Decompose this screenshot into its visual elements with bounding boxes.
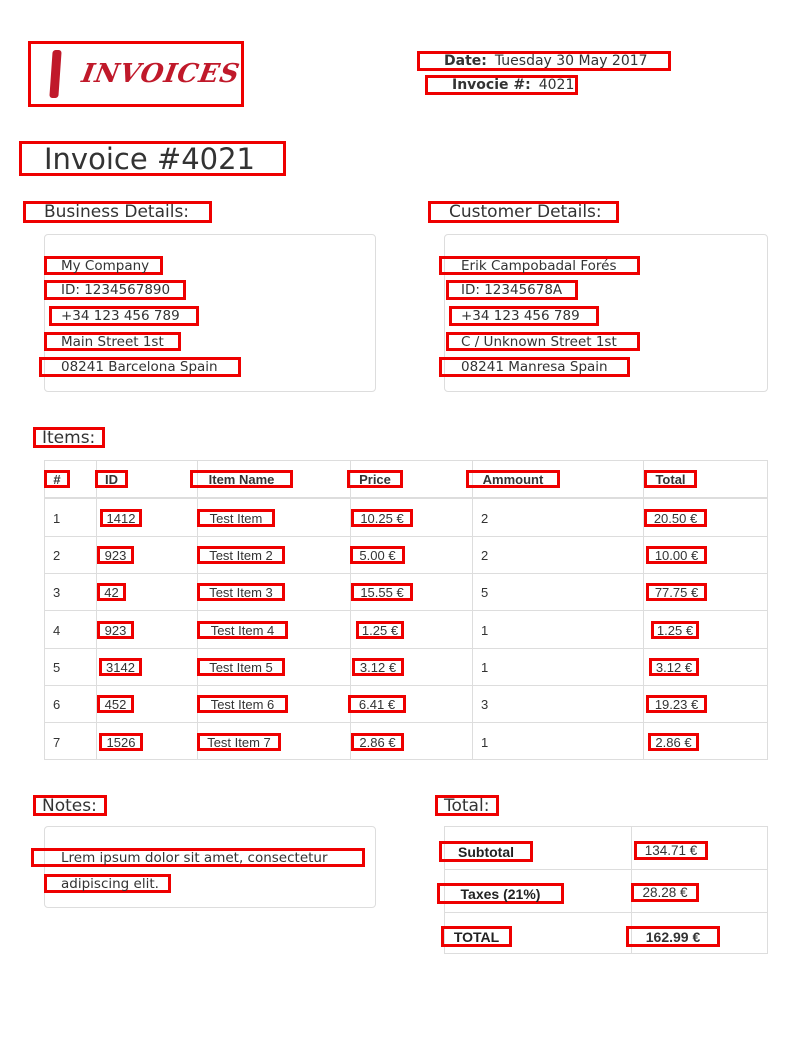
table-divider: [472, 461, 473, 759]
item-total: 10.00 €: [646, 546, 707, 564]
taxes-value: 28.28 €: [631, 883, 699, 902]
logo-mark: [49, 50, 62, 98]
logo: INVOICES: [28, 41, 244, 107]
table-divider: [45, 497, 767, 499]
table-divider: [45, 610, 767, 611]
customer-line: 08241 Manresa Spain: [439, 357, 630, 377]
notes-heading: Notes:: [33, 795, 107, 816]
item-amount: 1: [481, 623, 489, 638]
item-id: 923: [97, 621, 134, 639]
item-total: 20.50 €: [644, 509, 707, 527]
item-id: 452: [97, 695, 134, 713]
column-header: Price: [347, 470, 403, 488]
business-line: My Company: [44, 256, 163, 275]
column-header: #: [44, 470, 70, 488]
item-id: 1412: [100, 509, 142, 527]
item-price: 6.41 €: [348, 695, 406, 713]
table-divider: [350, 461, 351, 759]
customer-line: ID: 12345678A: [446, 280, 578, 300]
row-number: 6: [53, 697, 61, 712]
items-heading: Items:: [33, 427, 105, 448]
column-header: ID: [95, 470, 128, 488]
item-amount: 2: [481, 511, 489, 526]
notes-line: adipiscing elit.: [44, 874, 171, 893]
table-divider: [45, 648, 767, 649]
table-divider: [45, 722, 767, 723]
totals-heading: Total:: [435, 795, 499, 816]
item-id: 42: [97, 583, 126, 601]
notes-line: Lrem ipsum dolor sit amet, consectetur: [31, 848, 365, 867]
item-total: 77.75 €: [646, 583, 707, 601]
business-line: 08241 Barcelona Spain: [39, 357, 241, 377]
page-title: Invoice #4021: [19, 141, 286, 176]
row-number: 3: [53, 585, 61, 600]
item-name: Test Item 4: [197, 621, 288, 639]
item-price: 15.55 €: [351, 583, 413, 601]
taxes-label: Taxes (21%): [437, 883, 564, 904]
column-header: Ammount: [466, 470, 560, 488]
item-price: 3.12 €: [352, 658, 404, 676]
row-number: 7: [53, 735, 61, 750]
total-label: TOTAL: [441, 926, 512, 947]
number-label: Invocie #:: [452, 77, 531, 93]
date-label: Date:: [444, 53, 487, 69]
invoice-date: Date: Tuesday 30 May 2017: [417, 51, 671, 71]
logo-text: INVOICES: [79, 59, 243, 89]
date-value: Tuesday 30 May 2017: [494, 53, 648, 69]
items-table: [44, 460, 768, 760]
item-id: 3142: [99, 658, 142, 676]
business-line: Main Street 1st: [44, 332, 181, 351]
customer-line: Erik Campobadal Forés: [439, 256, 640, 275]
row-number: 5: [53, 660, 61, 675]
item-name: Test Item: [197, 509, 275, 527]
item-amount: 3: [481, 697, 489, 712]
item-total: 3.12 €: [649, 658, 699, 676]
business-line: +34 123 456 789: [49, 306, 199, 326]
item-amount: 1: [481, 735, 489, 750]
table-divider: [445, 912, 767, 913]
business-line: ID: 1234567890: [44, 280, 186, 300]
total-value: 162.99 €: [626, 926, 720, 947]
item-name: Test Item 5: [197, 658, 285, 676]
item-amount: 5: [481, 585, 489, 600]
item-name: Test Item 2: [197, 546, 285, 564]
table-divider: [45, 536, 767, 537]
item-price: 2.86 €: [351, 733, 404, 751]
item-id: 1526: [99, 733, 143, 751]
column-header: Item Name: [190, 470, 293, 488]
notes-panel: [44, 826, 376, 908]
table-divider: [45, 685, 767, 686]
table-divider: [45, 573, 767, 574]
business-heading: Business Details:: [23, 201, 212, 223]
item-total: 2.86 €: [648, 733, 699, 751]
item-price: 1.25 €: [356, 621, 404, 639]
item-amount: 1: [481, 660, 489, 675]
customer-line: C / Unknown Street 1st: [446, 332, 640, 351]
item-name: Test Item 6: [197, 695, 288, 713]
column-header: Total: [644, 470, 697, 488]
table-divider: [643, 461, 644, 759]
row-number: 1: [53, 511, 61, 526]
customer-line: +34 123 456 789: [449, 306, 599, 326]
subtotal-value: 134.71 €: [634, 841, 708, 860]
item-amount: 2: [481, 548, 489, 563]
number-value: 4021: [538, 77, 575, 93]
item-total: 19.23 €: [646, 695, 707, 713]
table-divider: [96, 461, 97, 759]
table-divider: [445, 869, 767, 870]
customer-heading: Customer Details:: [428, 201, 619, 223]
item-id: 923: [97, 546, 134, 564]
invoice-number: Invocie #: 4021: [425, 75, 578, 95]
item-price: 10.25 €: [351, 509, 413, 527]
table-divider: [197, 461, 198, 759]
row-number: 4: [53, 623, 61, 638]
item-name: Test Item 3: [197, 583, 285, 601]
item-total: 1.25 €: [651, 621, 699, 639]
subtotal-label: Subtotal: [439, 841, 533, 862]
item-price: 5.00 €: [350, 546, 405, 564]
item-name: Test Item 7: [197, 733, 281, 751]
row-number: 2: [53, 548, 61, 563]
